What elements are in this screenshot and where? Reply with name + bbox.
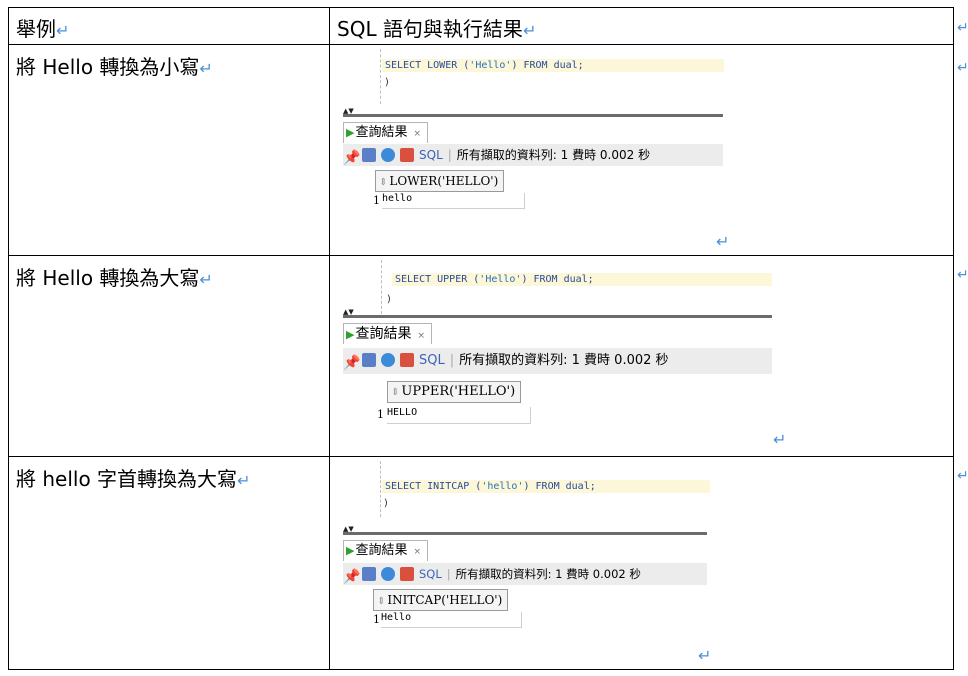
result-toolbar: 📌 SQL | 所有擷取的資料列: 1 費時 0.002 秒 bbox=[343, 144, 723, 166]
sql-developer-screenshot: SELECT UPPER ('Hello') FROM dual; ) ▲▼ ▶… bbox=[330, 256, 953, 456]
splitter-bar[interactable] bbox=[343, 315, 772, 318]
return-mark-icon: ↵ bbox=[957, 468, 968, 484]
column-header[interactable]: ⇕ INITCAP('HELLO') bbox=[373, 589, 509, 611]
refresh-icon[interactable] bbox=[381, 567, 395, 581]
sort-icon[interactable]: ⇕ bbox=[391, 387, 399, 398]
results-grid: ⇕ LOWER('HELLO') 1 hello bbox=[343, 168, 525, 214]
example-label: 將 Hello 轉換為大寫 bbox=[16, 266, 200, 290]
header-sql-label: SQL 語句與執行結果 bbox=[337, 17, 523, 41]
sql-developer-screenshot: SELECT LOWER ('Hello') FROM dual; ) ▲▼ ▶… bbox=[330, 45, 953, 255]
tab-query-result[interactable]: ▶查詢結果 × bbox=[343, 323, 433, 344]
fetch-status: 所有擷取的資料列: 1 費時 0.002 秒 bbox=[456, 148, 651, 162]
results-grid: ⇕ INITCAP('HELLO') 1 Hello bbox=[343, 587, 523, 633]
return-mark-icon: ↵ bbox=[957, 267, 968, 283]
header-row: 舉例↵ SQL 語句與執行結果↵ bbox=[8, 7, 954, 45]
fetch-status: 所有擷取的資料列: 1 費時 0.002 秒 bbox=[459, 353, 669, 368]
refresh-icon[interactable] bbox=[381, 148, 395, 162]
sql-link[interactable]: SQL bbox=[419, 567, 442, 581]
column-header[interactable]: ⇕ UPPER('HELLO') bbox=[387, 381, 522, 403]
screenshot-cell: SELECT UPPER ('Hello') FROM dual; ) ▲▼ ▶… bbox=[329, 255, 954, 457]
splitter-bar[interactable] bbox=[343, 532, 707, 535]
return-mark-icon: ↵ bbox=[698, 646, 712, 665]
sort-icon[interactable]: ⇕ bbox=[379, 177, 387, 188]
screenshot-cell: SELECT INITCAP ('hello') FROM dual; ) ▲▼… bbox=[329, 456, 954, 670]
delete-icon[interactable] bbox=[400, 567, 414, 581]
example-label: 將 Hello 轉換為小寫 bbox=[16, 55, 200, 79]
tab-query-result[interactable]: ▶查詢結果 × bbox=[343, 540, 429, 561]
table-row: 將 Hello 轉換為小寫↵ SELECT LOWER ('Hello') FR… bbox=[8, 44, 954, 256]
sql-link[interactable]: SQL bbox=[419, 148, 443, 162]
sql-code-line: SELECT INITCAP ('hello') FROM dual; bbox=[382, 480, 710, 493]
example-cell: 將 Hello 轉換為大寫↵ bbox=[8, 255, 330, 457]
splitter-arrows-icon[interactable]: ▲▼ bbox=[343, 526, 354, 533]
fetch-status: 所有擷取的資料列: 1 費時 0.002 秒 bbox=[455, 567, 641, 581]
row-number: 1 bbox=[377, 408, 384, 421]
sql-link[interactable]: SQL bbox=[419, 353, 445, 368]
sql-close-paren: ) bbox=[386, 294, 393, 305]
splitter-arrows-icon[interactable]: ▲▼ bbox=[343, 309, 354, 316]
refresh-icon[interactable] bbox=[381, 353, 395, 367]
play-icon: ▶ bbox=[346, 328, 355, 341]
pin-icon[interactable]: 📌 bbox=[343, 147, 360, 166]
editor-gutter bbox=[381, 260, 382, 314]
pin-icon[interactable]: 📌 bbox=[343, 566, 360, 585]
close-icon[interactable]: × bbox=[417, 331, 425, 341]
result-toolbar: 📌 SQL | 所有擷取的資料列: 1 費時 0.002 秒 bbox=[343, 563, 707, 585]
sql-code-line: SELECT UPPER ('Hello') FROM dual; bbox=[392, 273, 772, 286]
return-mark-icon: ↵ bbox=[199, 59, 213, 78]
sql-close-paren: ) bbox=[383, 498, 390, 509]
return-mark-icon: ↵ bbox=[716, 232, 730, 251]
close-icon[interactable]: × bbox=[413, 547, 421, 557]
sql-close-paren: ) bbox=[384, 77, 391, 88]
header-cell-sql: SQL 語句與執行結果↵ bbox=[329, 7, 954, 45]
editor-gutter bbox=[380, 461, 381, 517]
column-header[interactable]: ⇕ LOWER('HELLO') bbox=[375, 170, 505, 192]
print-icon[interactable] bbox=[362, 567, 376, 581]
sql-developer-screenshot: SELECT INITCAP ('hello') FROM dual; ) ▲▼… bbox=[330, 457, 953, 669]
result-cell[interactable]: HELLO bbox=[387, 407, 531, 424]
return-mark-icon: ↵ bbox=[56, 21, 70, 40]
delete-icon[interactable] bbox=[400, 148, 414, 162]
header-example-label: 舉例 bbox=[16, 17, 56, 41]
delete-icon[interactable] bbox=[400, 353, 414, 367]
header-cell-example: 舉例↵ bbox=[8, 7, 330, 45]
table-row: 將 Hello 轉換為大寫↵ SELECT UPPER ('Hello') FR… bbox=[8, 255, 954, 457]
result-toolbar: 📌 SQL | 所有擷取的資料列: 1 費時 0.002 秒 bbox=[343, 348, 772, 374]
close-icon[interactable]: × bbox=[413, 129, 421, 139]
sql-code-line: SELECT LOWER ('Hello') FROM dual; bbox=[382, 59, 724, 72]
splitter-bar[interactable] bbox=[343, 114, 723, 117]
splitter-arrows-icon[interactable]: ▲▼ bbox=[343, 108, 354, 115]
toolbar-separator: | bbox=[447, 148, 452, 162]
row-number: 1 bbox=[373, 194, 380, 207]
return-mark-icon: ↵ bbox=[199, 270, 213, 289]
play-icon: ▶ bbox=[346, 544, 355, 557]
editor-gutter bbox=[380, 49, 381, 104]
table-row: 將 hello 字首轉換為大寫↵ SELECT INITCAP ('hello'… bbox=[8, 456, 954, 670]
tab-query-result[interactable]: ▶查詢結果 × bbox=[343, 122, 429, 143]
toolbar-separator: | bbox=[446, 567, 451, 581]
results-grid: ⇕ UPPER('HELLO') 1 HELLO bbox=[343, 378, 543, 428]
print-icon[interactable] bbox=[362, 148, 376, 162]
return-mark-icon: ↵ bbox=[773, 430, 787, 449]
pin-icon[interactable]: 📌 bbox=[343, 350, 360, 371]
return-mark-icon: ↵ bbox=[522, 21, 537, 40]
example-label: 將 hello 字首轉換為大寫 bbox=[16, 467, 238, 491]
return-mark-icon: ↵ bbox=[957, 20, 968, 36]
screenshot-cell: SELECT LOWER ('Hello') FROM dual; ) ▲▼ ▶… bbox=[329, 44, 954, 256]
result-cell[interactable]: Hello bbox=[381, 612, 522, 628]
sort-icon[interactable]: ⇕ bbox=[377, 596, 385, 607]
row-number: 1 bbox=[373, 613, 380, 626]
result-cell[interactable]: hello bbox=[382, 193, 525, 209]
print-icon[interactable] bbox=[362, 353, 376, 367]
return-mark-icon: ↵ bbox=[957, 60, 968, 76]
play-icon: ▶ bbox=[346, 126, 355, 139]
example-cell: 將 hello 字首轉換為大寫↵ bbox=[8, 456, 330, 670]
toolbar-separator: | bbox=[449, 353, 455, 368]
example-cell: 將 Hello 轉換為小寫↵ bbox=[8, 44, 330, 256]
return-mark-icon: ↵ bbox=[237, 471, 251, 490]
document-table: 舉例↵ SQL 語句與執行結果↵ 將 Hello 轉換為小寫↵ SELECT L… bbox=[8, 7, 954, 670]
